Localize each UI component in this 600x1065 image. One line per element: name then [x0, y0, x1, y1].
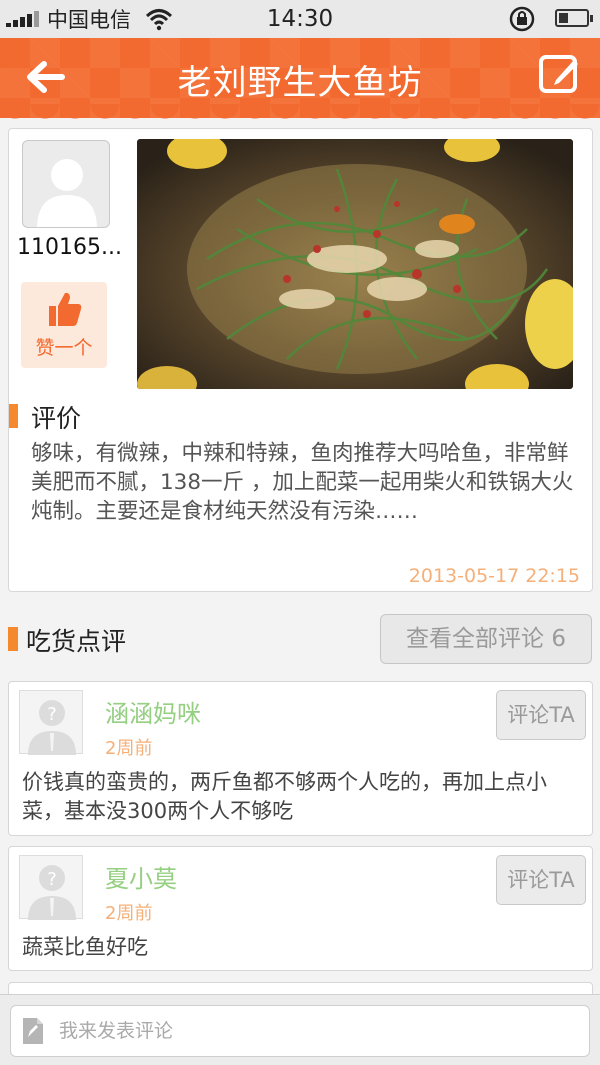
svg-text:?: ? — [47, 704, 57, 725]
comment-item: ? 涵涵妈咪 2周前 评论TA 价钱真的蛮贵的，两斤鱼都不够两个人吃的，再加上点… — [8, 681, 593, 836]
comments-section-title: 吃货点评 — [26, 627, 127, 656]
dish-image — [137, 139, 573, 389]
thumbs-up-icon — [49, 292, 82, 326]
review-section-title: 评价 — [31, 404, 82, 433]
comment-compose-bar — [0, 994, 600, 1065]
section-accent-bar — [8, 627, 18, 651]
comment-time: 2周前 — [105, 738, 153, 759]
reviewer-name[interactable]: 110165... — [17, 235, 135, 260]
commenter-name[interactable]: 涵涵妈咪 — [105, 694, 201, 729]
commenter-avatar[interactable]: ? — [19, 690, 83, 755]
edit-icon[interactable] — [538, 52, 582, 96]
user-placeholder-icon — [37, 159, 97, 227]
section-accent-bar — [9, 404, 18, 428]
comment-text: 价钱真的蛮贵的，两斤鱼都不够两个人吃的，再加上点小菜，基本没300两个人不够吃 — [22, 770, 547, 823]
anonymous-user-icon: ? — [28, 700, 76, 755]
reply-button[interactable]: 评论TA — [496, 690, 586, 740]
header-scallop — [0, 104, 600, 120]
comments-section-header: 吃货点评 — [8, 622, 308, 656]
commenter-avatar[interactable]: ? — [19, 855, 83, 920]
svg-text:?: ? — [47, 869, 57, 890]
review-date: 2013-05-17 22:15 — [408, 565, 580, 587]
like-button[interactable]: 赞一个 — [21, 282, 107, 368]
review-text: 够味，有微辣，中辣和特辣，鱼肉推荐大吗哈鱼，非常鲜美肥而不腻，138一斤 ，加上… — [31, 441, 574, 524]
like-label: 赞一个 — [35, 337, 93, 359]
orientation-lock-icon — [509, 6, 535, 32]
view-all-comments-button[interactable]: 查看全部评论 6 — [380, 614, 592, 664]
commenter-name[interactable]: 夏小莫 — [105, 859, 177, 894]
comment-time: 2周前 — [105, 903, 153, 924]
comment-item: ? 夏小莫 2周前 评论TA 蔬菜比鱼好吃 — [8, 846, 593, 971]
reply-button[interactable]: 评论TA — [496, 855, 586, 905]
battery-icon — [555, 9, 593, 27]
page-title: 老刘野生大鱼坊 — [177, 63, 423, 103]
review-card: 110165... 赞一个 评价 够味，有微辣，中辣和特辣，鱼肉推荐大吗哈鱼，非… — [8, 128, 593, 592]
dish-photo[interactable] — [137, 139, 573, 389]
review-section-header: 评价 — [9, 401, 209, 433]
status-bar: 中国电信 14:30 — [0, 0, 600, 38]
comment-text: 蔬菜比鱼好吃 — [22, 935, 148, 959]
anonymous-user-icon: ? — [28, 865, 76, 920]
comment-input[interactable] — [10, 1005, 590, 1057]
compose-doc-icon — [23, 1018, 43, 1044]
avatar[interactable] — [22, 140, 110, 228]
